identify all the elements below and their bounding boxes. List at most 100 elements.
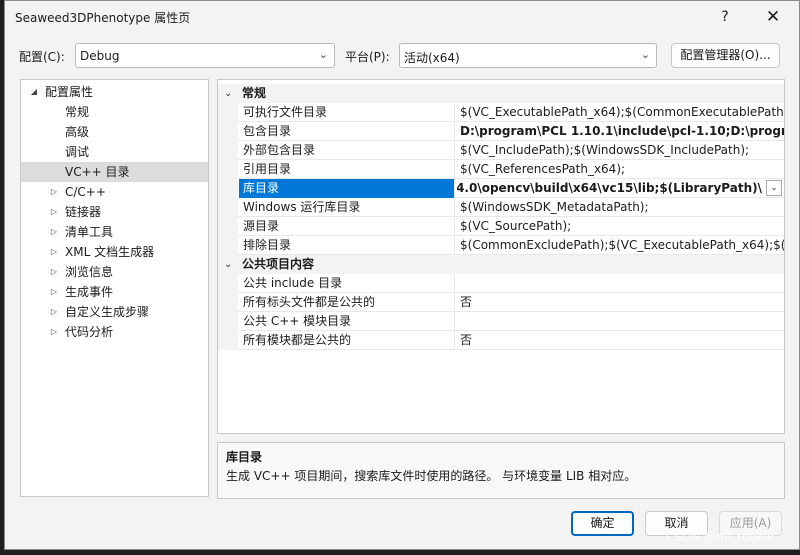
platform-select[interactable]: 活动(x64) ⌄ (399, 43, 657, 68)
close-icon[interactable]: ✕ (759, 5, 787, 29)
description-panel: 库目录 生成 VC++ 项目期间，搜索库文件时使用的路径。 与环境变量 LIB … (217, 442, 785, 499)
tree-item-label: 自定义生成步骤 (65, 305, 150, 319)
tree-item-c-cpp[interactable]: ▷ C/C++ (21, 182, 208, 202)
property-value[interactable]: $(WindowsSDK_MetadataPath); (457, 198, 784, 217)
row-gutter (218, 312, 238, 331)
property-value[interactable]: 否 (457, 293, 784, 312)
tree-item-label: 生成事件 (65, 285, 114, 299)
row-gutter (218, 141, 238, 160)
property-row-source-dirs[interactable]: 源目录 $(VC_SourcePath); (218, 217, 784, 236)
property-value[interactable] (457, 274, 784, 293)
property-name: 公共 include 目录 (239, 274, 455, 293)
ok-button[interactable]: 确定 (571, 511, 634, 536)
property-value[interactable]: $(CommonExcludePath);$(VC_ExecutablePath… (457, 236, 784, 255)
tree-item-build-events[interactable]: ▷ 生成事件 (21, 282, 208, 302)
help-icon[interactable]: ? (711, 5, 739, 29)
property-row-include-dirs[interactable]: 包含目录 D:\program\PCL 1.10.1\include\pcl-1… (218, 122, 784, 141)
property-name: 所有标头文件都是公共的 (239, 293, 455, 312)
collapsed-arrow-icon: ▷ (50, 267, 58, 276)
property-row-external-include-dirs[interactable]: 外部包含目录 $(VC_IncludePath);$(WindowsSDK_In… (218, 141, 784, 160)
property-row-library-dirs[interactable]: 库目录 \CV3.4.0\opencv\build\x64\vc15\lib;$… (218, 179, 784, 198)
description-text: 生成 VC++ 项目期间，搜索库文件时使用的路径。 与环境变量 LIB 相对应。 (226, 469, 637, 483)
tree-item-label: 高级 (65, 125, 90, 139)
tree-item-config-properties[interactable]: ◢ 配置属性 (21, 82, 208, 102)
tree-item-browse-info[interactable]: ▷ 浏览信息 (21, 262, 208, 282)
property-value[interactable]: D:\program\PCL 1.10.1\include\pcl-1.10;D… (457, 122, 784, 141)
collapsed-arrow-icon: ▷ (50, 187, 58, 196)
tree-item-xml-doc-generator[interactable]: ▷ XML 文档生成器 (21, 242, 208, 262)
category-public-project-content[interactable]: ⌄ 公共项目内容 (218, 255, 784, 274)
row-gutter (218, 236, 238, 255)
tree-item-vc-directories[interactable]: VC++ 目录 (21, 162, 208, 182)
tree-item-label: VC++ 目录 (65, 165, 130, 179)
property-value[interactable]: $(VC_ExecutablePath_x64);$(CommonExecuta… (457, 103, 784, 122)
property-name: 包含目录 (239, 122, 455, 141)
tree-item-label: C/C++ (65, 185, 106, 199)
tree-item-advanced[interactable]: 高级 (21, 122, 208, 142)
property-row-reference-dirs[interactable]: 引用目录 $(VC_ReferencesPath_x64); (218, 160, 784, 179)
property-name: 所有模块都是公共的 (239, 331, 455, 350)
property-name: 外部包含目录 (239, 141, 455, 160)
tree-item-label: XML 文档生成器 (65, 245, 155, 259)
row-gutter (218, 122, 238, 141)
property-row-public-cpp-module-dirs[interactable]: 公共 C++ 模块目录 (218, 312, 784, 331)
chevron-down-icon[interactable]: ⌄ (766, 180, 782, 196)
property-row-all-modules-public[interactable]: 所有模块都是公共的 否 (218, 331, 784, 350)
row-gutter (218, 274, 238, 293)
property-name: 源目录 (239, 217, 455, 236)
tree-item-label: 常规 (65, 105, 90, 119)
tree-item-code-analysis[interactable]: ▷ 代码分析 (21, 322, 208, 342)
expanded-arrow-icon: ⌄ (224, 88, 233, 99)
row-gutter (218, 293, 238, 312)
property-tree: ◢ 配置属性 常规 高级 调试 VC++ 目录 ▷ C/C++ ▷ 链接器 ▷ … (20, 79, 209, 497)
collapsed-arrow-icon: ▷ (50, 227, 58, 236)
tree-item-custom-build-step[interactable]: ▷ 自定义生成步骤 (21, 302, 208, 322)
platform-label: 平台(P): (345, 50, 390, 64)
property-name: 可执行文件目录 (239, 103, 455, 122)
chevron-down-icon: ⌄ (640, 48, 650, 61)
property-value[interactable]: $(VC_IncludePath);$(WindowsSDK_IncludePa… (457, 141, 784, 160)
config-manager-button[interactable]: 配置管理器(O)... (671, 43, 780, 68)
property-name: Windows 运行库目录 (239, 198, 455, 217)
property-name: 公共 C++ 模块目录 (239, 312, 455, 331)
property-row-executable-dirs[interactable]: 可执行文件目录 $(VC_ExecutablePath_x64);$(Commo… (218, 103, 784, 122)
collapsed-arrow-icon: ▷ (50, 207, 58, 216)
tree-item-general[interactable]: 常规 (21, 102, 208, 122)
tree-item-label: 链接器 (65, 205, 102, 219)
property-name: 库目录 (239, 179, 455, 198)
property-row-all-headers-public[interactable]: 所有标头文件都是公共的 否 (218, 293, 784, 312)
chevron-down-icon: ⌄ (318, 48, 328, 61)
property-value[interactable]: 否 (457, 331, 784, 350)
row-gutter (218, 103, 238, 122)
property-value[interactable] (457, 312, 784, 331)
property-value[interactable]: $(VC_ReferencesPath_x64); (457, 160, 784, 179)
title-bar: Seaweed3DPhenotype 属性页 ? ✕ (5, 1, 799, 33)
tree-item-linker[interactable]: ▷ 链接器 (21, 202, 208, 222)
description-title: 库目录 (226, 450, 263, 464)
property-row-exclude-dirs[interactable]: 排除目录 $(CommonExcludePath);$(VC_Executabl… (218, 236, 784, 255)
window-title: Seaweed3DPhenotype 属性页 (15, 11, 191, 25)
tree-item-debugging[interactable]: 调试 (21, 142, 208, 162)
category-general[interactable]: ⌄ 常规 (218, 84, 784, 103)
row-gutter (218, 331, 238, 350)
row-gutter (218, 217, 238, 236)
platform-select-value: 活动(x64) (404, 51, 460, 65)
category-label: 常规 (242, 86, 267, 100)
expanded-arrow-icon: ◢ (30, 87, 38, 96)
tree-item-label: 清单工具 (65, 225, 114, 239)
row-gutter (218, 160, 238, 179)
tree-item-manifest-tool[interactable]: ▷ 清单工具 (21, 222, 208, 242)
property-row-public-include-dirs[interactable]: 公共 include 目录 (218, 274, 784, 293)
config-select[interactable]: Debug ⌄ (75, 43, 335, 68)
property-value-input[interactable]: \CV3.4.0\opencv\build\x64\vc15\lib;$(Lib… (457, 179, 784, 198)
property-grid: ⌄ 常规 可执行文件目录 $(VC_ExecutablePath_x64);$(… (217, 79, 785, 434)
collapsed-arrow-icon: ▷ (50, 307, 58, 316)
collapsed-arrow-icon: ▷ (50, 247, 58, 256)
tree-item-label: 浏览信息 (65, 265, 114, 279)
category-label: 公共项目内容 (242, 257, 315, 271)
watermark-text: CSDN @ml_rookie (666, 530, 775, 544)
collapsed-arrow-icon: ▷ (50, 327, 58, 336)
property-value[interactable]: $(VC_SourcePath); (457, 217, 784, 236)
property-row-winrt-dirs[interactable]: Windows 运行库目录 $(WindowsSDK_MetadataPath)… (218, 198, 784, 217)
row-gutter (218, 198, 238, 217)
